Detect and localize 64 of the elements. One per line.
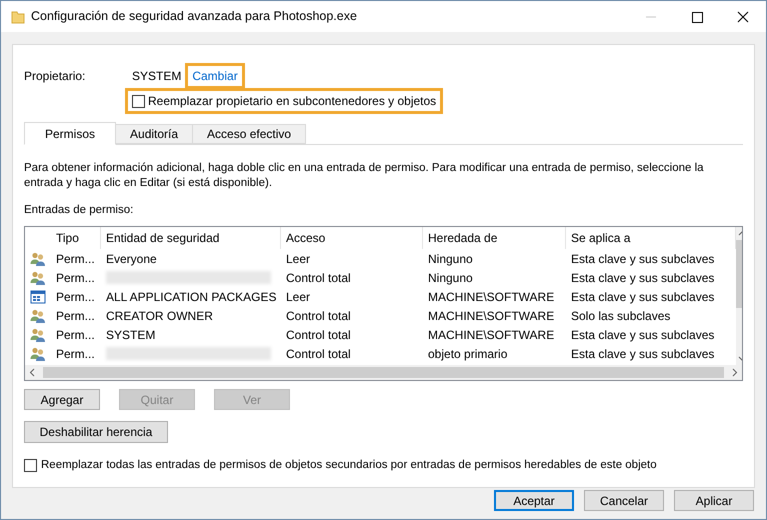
table-cell-text: Everyone bbox=[106, 250, 157, 268]
users-icon bbox=[30, 270, 46, 286]
table-cell-text: CREATOR OWNER bbox=[106, 308, 213, 325]
users-icon bbox=[30, 346, 46, 362]
scroll-thumb[interactable] bbox=[43, 367, 724, 378]
table-cell-text: Perm... bbox=[56, 308, 95, 325]
table-cell-text: ALL APPLICATION PACKAGES bbox=[106, 288, 277, 306]
tab[interactable]: Permisos bbox=[24, 122, 116, 145]
app-window-icon bbox=[30, 288, 46, 305]
table-cell-text: Control total bbox=[286, 270, 351, 287]
scroll-right-icon[interactable] bbox=[732, 368, 738, 378]
table-cell-text: MACHINE\SOFTWARE bbox=[428, 308, 554, 325]
users-icon bbox=[30, 326, 46, 343]
table-cell-text: MACHINE\SOFTWARE bbox=[428, 288, 554, 306]
change-link[interactable]: Cambiar bbox=[185, 63, 245, 89]
column-header[interactable]: Acceso bbox=[281, 227, 423, 250]
table-cell-text: Control total bbox=[286, 346, 351, 363]
checkbox[interactable] bbox=[24, 459, 37, 472]
column-header[interactable]: Tipo bbox=[51, 227, 101, 250]
table-cell-text: SYSTEM bbox=[106, 326, 156, 344]
table-cell-text: Esta clave y sus subclaves bbox=[571, 326, 714, 344]
tab[interactable]: Auditoría bbox=[116, 124, 194, 144]
tab[interactable]: Acceso efectivo bbox=[193, 124, 306, 144]
table-cell-text: Leer bbox=[286, 250, 310, 268]
owner-label: Propietario: bbox=[24, 68, 86, 85]
info-text: Para obtener información adicional, haga doble clic en una entrada de permiso. Para modificar una entrada de permiso, seleccione la entrada y haga clic en Editar (si está disponible). bbox=[24, 161, 705, 191]
table-cell-text: MACHINE\SOFTWARE bbox=[428, 326, 554, 344]
table-cell-text: Solo las subclaves bbox=[571, 308, 670, 325]
disable-inheritance-button[interactable]: Deshabilitar herencia bbox=[24, 421, 168, 444]
permission-list[interactable] bbox=[24, 226, 743, 382]
scroll-left-icon[interactable] bbox=[29, 368, 35, 378]
table-cell-text: Leer bbox=[286, 288, 310, 306]
users-icon bbox=[30, 308, 46, 324]
folder-icon bbox=[11, 10, 25, 24]
window-title: Configuración de seguridad avanzada para Photoshop.exe bbox=[31, 8, 357, 26]
table-cell-text: Perm... bbox=[56, 346, 95, 363]
table-cell-text: Perm... bbox=[56, 288, 95, 306]
table-cell-text: Perm... bbox=[56, 270, 95, 287]
action-button[interactable]: Agregar bbox=[24, 389, 100, 410]
horizontal-scrollbar[interactable] bbox=[25, 365, 742, 380]
table-cell-text: Ninguno bbox=[428, 270, 473, 287]
dialog-button[interactable]: Aplicar bbox=[674, 490, 754, 511]
owner-value: SYSTEM bbox=[132, 68, 182, 85]
table-cell-text: Esta clave y sus subclaves bbox=[571, 288, 714, 306]
table-cell-text: Control total bbox=[286, 326, 351, 344]
table-cell-text: Control total bbox=[286, 308, 351, 325]
checkbox[interactable] bbox=[132, 94, 145, 108]
table-cell-text: objeto primario bbox=[428, 346, 508, 363]
table-cell-text: Perm... bbox=[56, 250, 95, 268]
column-header[interactable]: Heredada de bbox=[423, 227, 566, 250]
table-cell-text: Ninguno bbox=[428, 250, 473, 268]
option-label: Reemplazar todas las entradas de permisos de objetos secundarios por entradas de permisos heredables de este objeto bbox=[41, 458, 657, 474]
users-icon bbox=[30, 250, 46, 267]
dialog-button[interactable]: Cancelar bbox=[584, 490, 664, 511]
table-cell-text: Esta clave y sus subclaves bbox=[571, 270, 714, 287]
table-cell-text: Esta clave y sus subclaves bbox=[571, 346, 714, 363]
option-label: Reemplazar propietario en subcontenedores y objetos bbox=[148, 93, 436, 110]
table-cell-text: Perm... bbox=[56, 326, 95, 344]
column-header[interactable]: Entidad de seguridad bbox=[101, 227, 281, 250]
table-cell-text: Esta clave y sus subclaves bbox=[571, 250, 714, 268]
entries-label: Entradas de permiso: bbox=[24, 203, 134, 218]
dialog-button[interactable]: Aceptar bbox=[494, 490, 574, 511]
replace-children-option[interactable]: Reemplazar todas las entradas de permisos de objetos secundarios por entradas de permisos heredables de este objeto bbox=[24, 457, 743, 474]
replace-owner-option[interactable]: Reemplazar propietario en subcontenedores y objetos bbox=[125, 88, 444, 114]
